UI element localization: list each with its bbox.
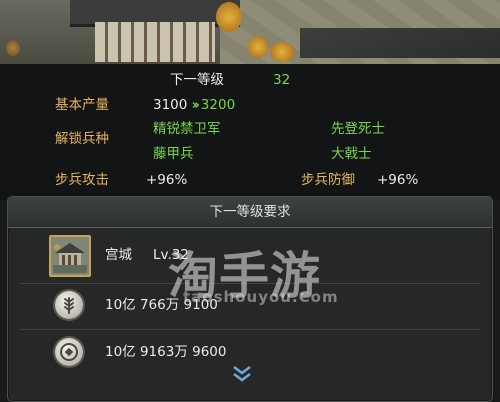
coin-icon	[55, 338, 83, 366]
infantry-attack-label: 步兵攻击	[55, 172, 109, 188]
infantry-attack-value: +96%	[146, 172, 188, 188]
wheat-icon	[55, 291, 83, 319]
base-output-label: 基本产量	[55, 97, 109, 113]
base-output-row: 基本产量	[55, 95, 109, 115]
watermark-url: taoshouyou.Com	[183, 288, 339, 306]
requirements-title: 下一等级要求	[209, 204, 291, 220]
base-output-values: 3100 ›› 3200	[153, 95, 235, 115]
tree	[6, 40, 20, 56]
unit-name: 先登死士	[331, 121, 385, 137]
unlock-label: 解锁兵种	[55, 131, 109, 147]
building-name: 宫城	[105, 247, 132, 263]
tree	[248, 36, 268, 58]
next-level-label: 下一等级	[170, 72, 224, 88]
tree	[270, 42, 294, 62]
palace-hall	[95, 22, 215, 62]
unit-name: 精锐禁卫军	[153, 121, 221, 137]
base-output-next: 3200	[200, 97, 236, 113]
infantry-attack-row: 步兵攻击	[55, 170, 109, 190]
game-scene-background	[0, 0, 500, 64]
next-level-value-wrap: 32	[273, 70, 290, 90]
tree	[216, 2, 242, 32]
coin-requirement: 10亿 9163万 9600	[105, 344, 227, 360]
infantry-defense-label: 步兵防御	[301, 172, 355, 188]
palace-icon	[49, 235, 91, 277]
next-level-value: 32	[273, 72, 291, 88]
infantry-defense-row: 步兵防御	[301, 170, 355, 190]
unlock-label-row: 解锁兵种	[55, 129, 109, 149]
side-roof	[300, 28, 500, 58]
double-chevron-down-icon[interactable]	[230, 364, 254, 384]
double-arrow-icon: ››	[191, 97, 200, 113]
divider	[20, 329, 480, 330]
unit-name: 藤甲兵	[153, 146, 194, 162]
infantry-defense-value: +96%	[377, 172, 419, 188]
upgrade-info-panel: 下一等级 32 基本产量 3100 ›› 3200 解锁兵种 精锐禁卫军 先登死士…	[0, 64, 500, 200]
unit-name: 大戟士	[331, 146, 372, 162]
next-level-row: 下一等级	[170, 70, 224, 90]
base-output-current: 3100	[153, 97, 188, 113]
